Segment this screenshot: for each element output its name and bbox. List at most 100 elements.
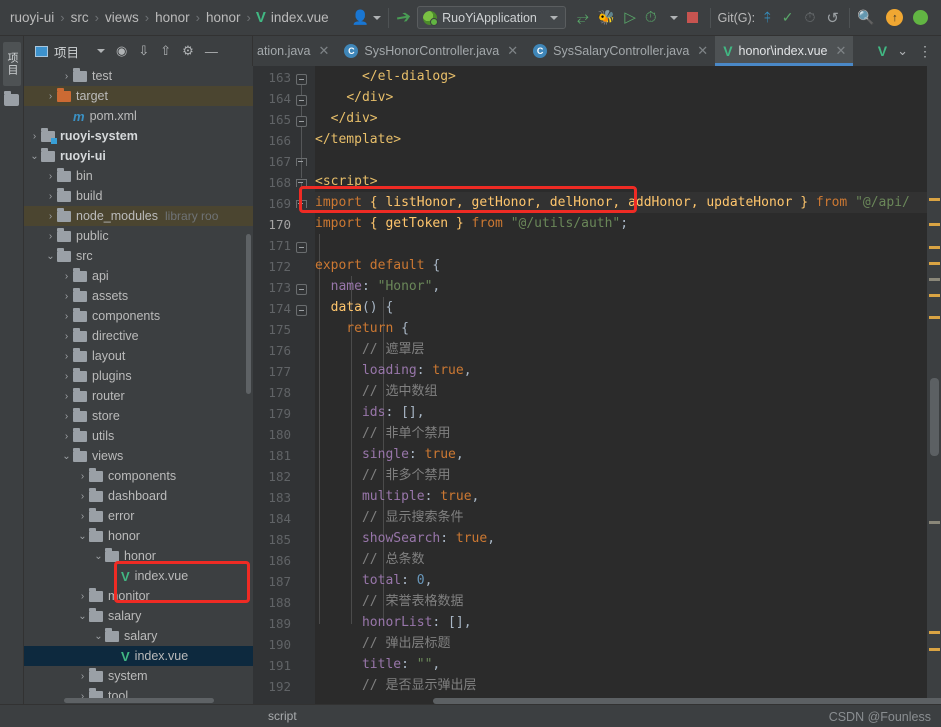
tree-item-layout[interactable]: › layout (24, 346, 253, 366)
marker-warning[interactable] (929, 294, 940, 297)
editor-scrollbar-thumb[interactable] (930, 378, 939, 456)
tree-vertical-scrollbar[interactable] (246, 234, 251, 394)
tree-item-router[interactable]: › router (24, 386, 253, 406)
editor-marker-bar[interactable] (927, 66, 941, 705)
tree-item-ruoyi-ui[interactable]: ⌄ ruoyi-ui (24, 146, 253, 166)
git-rollback-icon[interactable]: ↺ (826, 9, 839, 27)
breadcrumb-item-5[interactable]: index.vue (270, 10, 330, 25)
fold-marker-icon[interactable] (296, 200, 307, 211)
tree-item-build[interactable]: › build (24, 186, 253, 206)
editor-tab-2[interactable]: C SysSalaryController.java ✕ (525, 36, 715, 66)
code-line[interactable]: // 非单个禁用 (315, 423, 451, 444)
code-line[interactable]: single: true, (315, 444, 464, 465)
run-with-coverage-icon[interactable]: ▷ (624, 10, 636, 25)
close-icon[interactable]: ✕ (697, 43, 708, 59)
chevron-right-icon[interactable]: › (76, 591, 89, 602)
chevron-down-icon[interactable]: ⌄ (28, 151, 41, 162)
code-line[interactable]: </div> (315, 87, 393, 108)
editor-tab-3[interactable]: V honor\index.vue ✕ (715, 36, 854, 66)
expand-all-icon[interactable]: ⇧ (160, 43, 171, 59)
tree-item-error[interactable]: › error (24, 506, 253, 526)
tree-item-salary[interactable]: ⌄ salary (24, 606, 253, 626)
chevron-down-icon[interactable]: ⌄ (76, 611, 89, 622)
code-text-area[interactable]: </el-dialog> </div> </div> </template> <sc… (315, 66, 927, 705)
close-icon[interactable]: ✕ (319, 43, 330, 59)
marker-weak-warning[interactable] (929, 521, 940, 524)
chevron-right-icon[interactable]: › (60, 351, 73, 362)
chevron-right-icon[interactable]: › (60, 331, 73, 342)
tree-item-public[interactable]: › public (24, 226, 253, 246)
run-icon[interactable]: ⥂ (577, 10, 589, 25)
marker-warning[interactable] (929, 246, 940, 249)
code-line[interactable]: export default { (315, 255, 440, 276)
code-line[interactable]: // 选中数组 (315, 381, 438, 402)
tree-horizontal-scrollbar[interactable] (64, 698, 214, 703)
tree-item-store[interactable]: › store (24, 406, 253, 426)
tree-item-system[interactable]: › system (24, 666, 253, 686)
fold-marker-icon[interactable] (296, 242, 307, 253)
tree-item-test[interactable]: › test (24, 66, 253, 86)
chevron-right-icon[interactable]: › (60, 371, 73, 382)
breadcrumb-item-4[interactable]: honor (205, 10, 242, 25)
code-line[interactable]: // 荣誉表格数据 (315, 591, 464, 612)
close-icon[interactable]: ✕ (507, 43, 518, 59)
breadcrumb-item-2[interactable]: views (104, 10, 140, 25)
code-line[interactable]: showSearch: true, (315, 528, 495, 549)
chevron-down-icon[interactable] (373, 15, 382, 20)
tree-item-plugins[interactable]: › plugins (24, 366, 253, 386)
code-line[interactable]: import { getToken } from "@/utils/auth"; (315, 213, 628, 234)
settings-gear-icon[interactable]: ⚙ (182, 43, 194, 59)
chevron-down-icon[interactable]: ⌄ (92, 551, 105, 562)
tree-item-monitor[interactable]: › monitor (24, 586, 253, 606)
vue-icon[interactable]: V (878, 43, 887, 59)
chevron-down-icon[interactable]: ⌄ (92, 631, 105, 642)
code-line[interactable]: ids: [], (315, 402, 425, 423)
fold-marker-icon[interactable] (296, 179, 307, 190)
marker-warning[interactable] (929, 198, 940, 201)
structure-icon[interactable] (4, 91, 19, 106)
stop-icon[interactable] (686, 12, 698, 23)
tool-window-button-project[interactable]: 项目 (3, 42, 21, 86)
code-line[interactable]: name: "Honor", (315, 276, 441, 297)
hide-panel-icon[interactable]: — (205, 44, 218, 59)
breadcrumb-item-3[interactable]: honor (154, 10, 191, 25)
code-line[interactable]: </div> (315, 108, 378, 129)
update-project-icon[interactable]: ↑ (886, 9, 904, 26)
fold-marker-icon[interactable] (296, 116, 307, 127)
marker-warning[interactable] (929, 648, 940, 651)
marker-warning[interactable] (929, 223, 940, 226)
collapse-all-icon[interactable]: ⇩ (138, 43, 149, 59)
code-line[interactable]: <script> (315, 171, 378, 192)
project-tree[interactable]: › test › target m pom.xml › ruoyi-system ⌄ ruoyi-… (24, 66, 253, 705)
git-update-icon[interactable]: ⤉ (764, 9, 771, 26)
code-line[interactable]: loading: true, (315, 360, 472, 381)
git-history-icon[interactable]: ⏱ (804, 9, 815, 26)
chevron-down-icon[interactable]: ⌄ (60, 451, 73, 462)
code-line[interactable]: // 显示搜索条件 (315, 507, 464, 528)
tree-item-views[interactable]: ⌄ views (24, 446, 253, 466)
profiler-icon[interactable]: ⏱ (645, 10, 657, 25)
tree-item-node-modules[interactable]: › node_modules library roo (24, 206, 253, 226)
code-line[interactable]: import { listHonor, getHonor, delHonor, … (315, 192, 910, 213)
fold-marker-icon[interactable] (296, 158, 307, 169)
code-line[interactable]: // 总条数 (315, 549, 425, 570)
chevron-right-icon[interactable]: › (60, 311, 73, 322)
editor-breadcrumb-status[interactable]: script (268, 709, 297, 723)
chevron-down-icon[interactable]: ⌄ (897, 43, 908, 59)
chevron-right-icon[interactable]: › (44, 171, 57, 182)
tree-item-salary[interactable]: ⌄ salary (24, 626, 253, 646)
code-line[interactable]: title: "", (315, 654, 440, 675)
marker-warning[interactable] (929, 316, 940, 319)
build-hammer-icon[interactable]: ➔ (394, 6, 413, 29)
chevron-right-icon[interactable]: › (44, 231, 57, 242)
tree-item-components[interactable]: › components (24, 306, 253, 326)
tree-item-dashboard[interactable]: › dashboard (24, 486, 253, 506)
tree-item-directive[interactable]: › directive (24, 326, 253, 346)
code-line[interactable]: </template> (315, 129, 401, 150)
locate-icon[interactable]: ◉ (116, 43, 127, 59)
code-line[interactable]: // 遮罩层 (315, 339, 425, 360)
fold-marker-icon[interactable] (296, 95, 307, 106)
tree-item-assets[interactable]: › assets (24, 286, 253, 306)
tree-item-src[interactable]: ⌄ src (24, 246, 253, 266)
chevron-right-icon[interactable]: › (76, 491, 89, 502)
